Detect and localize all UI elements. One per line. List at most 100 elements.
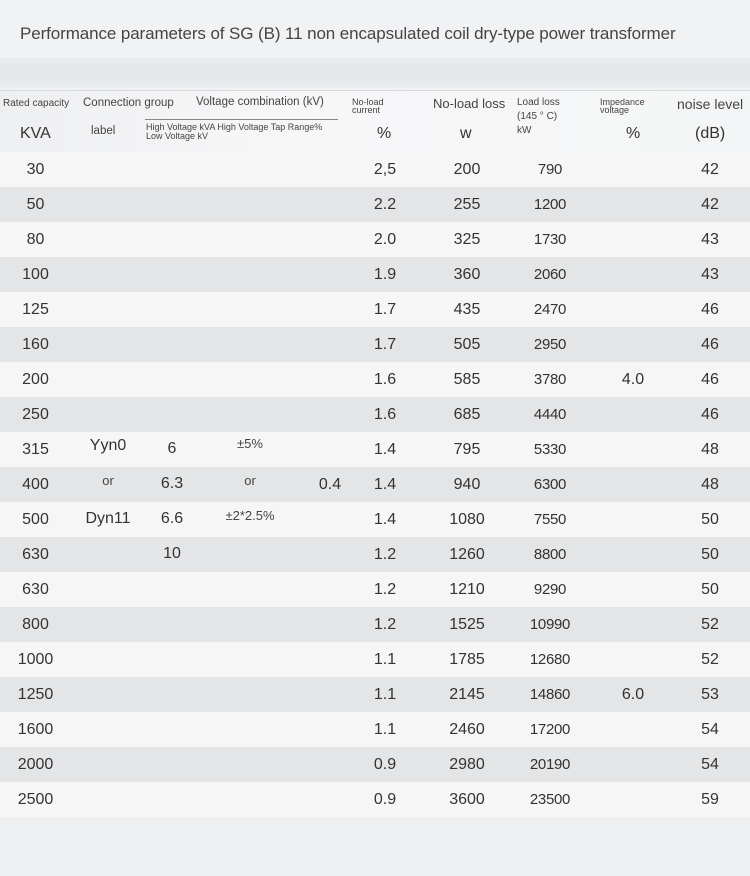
- cell-ll: 9290: [533, 581, 567, 598]
- header-load-loss-unit: kW: [517, 125, 532, 136]
- header-no-load-current-unit: %: [377, 125, 392, 142]
- cell-ll: 1730: [533, 231, 567, 248]
- cell-cur: 1.2: [373, 616, 397, 633]
- cell-noise: 52: [701, 616, 719, 633]
- cell-noise: 50: [701, 546, 719, 563]
- cell-cur: 1.4: [373, 441, 397, 458]
- cell-nll: 360: [453, 266, 481, 283]
- cell-noise: 53: [701, 686, 719, 703]
- low-voltage-value: 0.4: [318, 476, 342, 493]
- header-no-load-loss-unit: w: [460, 125, 472, 142]
- table-row: 80 2.0 325 1730 43: [0, 222, 750, 257]
- cell-cap: 630: [22, 581, 49, 598]
- hv-10: 10: [163, 545, 181, 562]
- table-row: 630 1.2 1210 9290 50: [0, 572, 750, 607]
- header-load-loss-1: Load loss: [517, 97, 560, 108]
- cell-cur: 1.1: [373, 686, 397, 703]
- header-connection-label: label: [91, 125, 116, 137]
- header-voltage-combination: Voltage combination (kV): [196, 96, 324, 108]
- cell-cap: 50: [26, 196, 45, 213]
- cell-nll: 1080: [449, 511, 485, 528]
- cell-noise: 54: [701, 756, 719, 773]
- cell-noise: 59: [701, 791, 719, 808]
- header-no-load-current-2: current: [352, 105, 381, 115]
- cell-nll: 255: [453, 196, 481, 213]
- cell-ll: 7550: [533, 511, 567, 528]
- cell-cap: 200: [22, 371, 49, 388]
- cell-cap: 630: [22, 546, 49, 563]
- cell-noise: 52: [701, 651, 719, 668]
- cell-cur: 1.4: [373, 476, 397, 493]
- cell-cur: 0.9: [373, 791, 397, 808]
- cell-cap: 160: [22, 336, 49, 353]
- cell-ll: 5330: [533, 441, 567, 458]
- header-divider: [145, 119, 338, 120]
- table-row: 125 1.7 435 2470 46: [0, 292, 750, 327]
- table-row: 50 2.2 255 1200 42: [0, 187, 750, 222]
- cell-ll: 2950: [533, 336, 567, 353]
- cell-cap: 100: [22, 266, 49, 283]
- cell-noise: 43: [701, 231, 719, 248]
- connection-or: or: [102, 473, 114, 488]
- cell-noise: 48: [701, 441, 719, 458]
- hv-6-6: 6.6: [160, 510, 184, 527]
- cell-cur: 1.4: [373, 511, 397, 528]
- cell-cap: 1000: [17, 651, 54, 668]
- cell-cur: 1.7: [373, 301, 397, 318]
- cell-cap: 500: [22, 511, 49, 528]
- cell-noise: 46: [701, 406, 719, 423]
- hv-6: 6: [167, 440, 177, 457]
- header-impedance-unit: %: [626, 125, 641, 142]
- cell-nll: 2145: [449, 686, 485, 703]
- cell-ll: 4440: [533, 406, 567, 423]
- impedance-value-b: 6.0: [621, 686, 645, 703]
- cell-nll: 200: [453, 161, 481, 178]
- header-rated-capacity: Rated capacity: [3, 98, 70, 109]
- cell-nll: 795: [453, 441, 481, 458]
- cell-nll: 3600: [449, 791, 485, 808]
- cell-cur: 2,5: [373, 161, 397, 178]
- cell-nll: 505: [453, 336, 481, 353]
- cell-ll: 23500: [529, 791, 571, 808]
- cell-ll: 790: [537, 161, 563, 178]
- table-row: 160 1.7 505 2950 46: [0, 327, 750, 362]
- connection-dyn11: Dyn11: [85, 510, 131, 527]
- cell-ll: 17200: [529, 721, 571, 738]
- header-rated-capacity-unit: KVA: [20, 125, 51, 142]
- cell-cap: 250: [22, 406, 49, 423]
- cell-cap: 125: [22, 301, 49, 318]
- cell-cap: 80: [26, 231, 45, 248]
- cell-cur: 0.9: [373, 756, 397, 773]
- cell-noise: 48: [701, 476, 719, 493]
- cell-ll: 14860: [529, 686, 571, 703]
- header-noise-level: noise level: [677, 96, 744, 112]
- cell-cur: 1.6: [373, 406, 397, 423]
- cell-ll: 8800: [533, 546, 567, 563]
- cell-ll: 2470: [533, 301, 567, 318]
- cell-cur: 1.2: [373, 546, 397, 563]
- cell-noise: 50: [701, 511, 719, 528]
- cell-noise: 50: [701, 581, 719, 598]
- table-row: 1600 1.1 2460 17200 54: [0, 712, 750, 747]
- cell-noise: 43: [701, 266, 719, 283]
- cell-ll: 12680: [529, 651, 571, 668]
- cell-cur: 2.0: [373, 231, 397, 248]
- header-impedance-2: voltage: [600, 105, 630, 115]
- cell-ll: 2060: [533, 266, 567, 283]
- connection-yyn0: Yyn0: [89, 437, 127, 454]
- tap-range-2x2-5: ±2*2.5%: [225, 508, 275, 523]
- table-row: 800 1.2 1525 10990 52: [0, 607, 750, 642]
- cell-nll: 1785: [449, 651, 485, 668]
- cell-cur: 1.1: [373, 651, 397, 668]
- header-voltage-sub2: Low Voltage kV: [146, 131, 209, 141]
- tap-range-5: ±5%: [237, 436, 263, 451]
- table-row: 250 1.6 685 4440 46: [0, 397, 750, 432]
- cell-noise: 42: [701, 161, 719, 178]
- cell-noise: 42: [701, 196, 719, 213]
- cell-nll: 1210: [449, 581, 485, 598]
- cell-nll: 1525: [449, 616, 485, 633]
- cell-nll: 435: [453, 301, 481, 318]
- cell-nll: 940: [453, 476, 481, 493]
- cell-cap: 1250: [17, 686, 54, 703]
- page-title: Performance parameters of SG (B) 11 non …: [20, 24, 676, 43]
